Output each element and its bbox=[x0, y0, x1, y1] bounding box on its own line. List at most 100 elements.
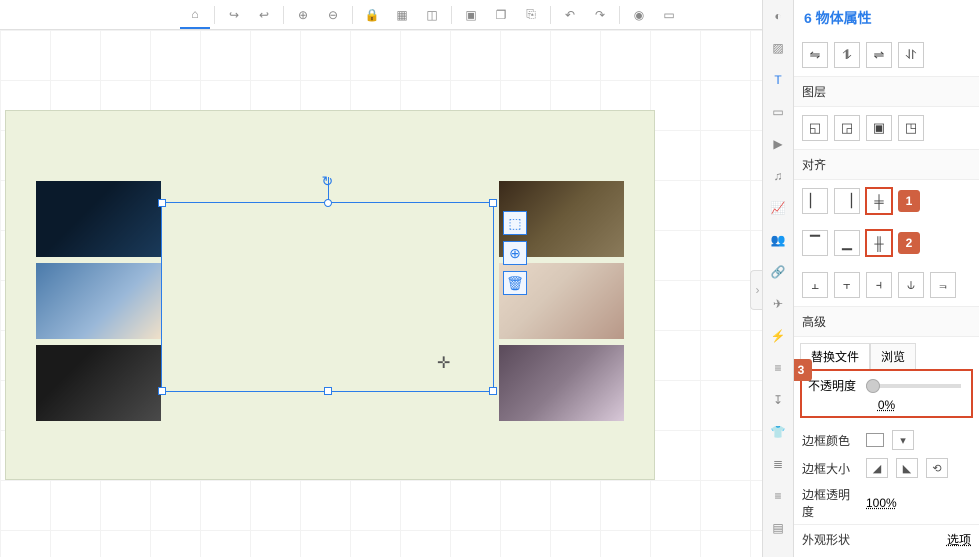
vertical-toolbar: ◐ ▨ T ▭ ▶ ♫ 📈 👥 🔗 ✈ ⚡ ≡ ↧ 👕 ≣ ≡ ▤ bbox=[762, 0, 794, 557]
vt-form-button[interactable]: ≡ bbox=[763, 352, 793, 384]
border-color-label: 边框颜色 bbox=[802, 432, 858, 449]
opacity-value[interactable]: 0% bbox=[808, 394, 965, 412]
marker-1: 1 bbox=[898, 190, 920, 212]
handle-bottom-right[interactable] bbox=[489, 387, 497, 395]
selection-select-button[interactable]: ⬚ bbox=[503, 211, 527, 235]
vt-stacks-button[interactable]: ≡ bbox=[763, 480, 793, 512]
rotate-handle[interactable]: ↻ bbox=[322, 173, 334, 190]
layer-forward-button[interactable]: ▣ bbox=[866, 115, 892, 141]
distribute-2-button[interactable]: ⫟ bbox=[834, 272, 860, 298]
flip-h2-button[interactable]: ⇌ bbox=[866, 42, 892, 68]
border-opacity-label: 边框透明度 bbox=[802, 486, 858, 520]
selection-box[interactable]: ↻ ✛ ⬚ ⊕ 🗑 bbox=[161, 202, 494, 392]
handle-top-right[interactable] bbox=[489, 199, 497, 207]
grid-button[interactable]: ▦ bbox=[387, 1, 417, 29]
align-right-button[interactable]: ▕ bbox=[834, 188, 860, 214]
layer-front-button[interactable]: ◱ bbox=[802, 115, 828, 141]
vt-color-button[interactable]: ◐ bbox=[763, 0, 793, 32]
lock-button[interactable]: 🔒 bbox=[357, 1, 387, 29]
copy-button[interactable]: ❐ bbox=[486, 1, 516, 29]
vt-rect-button[interactable]: ▭ bbox=[763, 96, 793, 128]
image-right-3[interactable] bbox=[499, 345, 624, 421]
tab-browse[interactable]: 浏览 bbox=[870, 343, 916, 369]
handle-bottom-left[interactable] bbox=[158, 387, 166, 395]
layer-back-button[interactable]: ◲ bbox=[834, 115, 860, 141]
border-color-swatch[interactable] bbox=[866, 433, 884, 447]
layout-button[interactable]: ◫ bbox=[417, 1, 447, 29]
align-bottom-button[interactable]: ▁ bbox=[834, 230, 860, 256]
stack-button[interactable]: ▣ bbox=[456, 1, 486, 29]
distribute-3-button[interactable]: ⫞ bbox=[866, 272, 892, 298]
align-row-2: ▔ ▁ ╫ 2 bbox=[794, 222, 979, 264]
camera-button[interactable]: ◉ bbox=[624, 1, 654, 29]
paste-button[interactable]: ⎘ bbox=[516, 1, 546, 29]
divider bbox=[619, 6, 620, 24]
vt-plane-button[interactable]: ✈ bbox=[763, 288, 793, 320]
handle-top-mid[interactable] bbox=[324, 199, 332, 207]
image-left-1[interactable] bbox=[36, 181, 161, 257]
border-color-dropdown[interactable]: ▾ bbox=[892, 430, 914, 450]
vt-export-button[interactable]: ↧ bbox=[763, 384, 793, 416]
image-left-2[interactable] bbox=[36, 263, 161, 339]
canvas-page[interactable]: ↻ ✛ ⬚ ⊕ 🗑 bbox=[5, 110, 655, 480]
handle-top-left[interactable] bbox=[158, 199, 166, 207]
zoom-out-button[interactable]: ⊖ bbox=[318, 1, 348, 29]
distribute-1-button[interactable]: ⫠ bbox=[802, 272, 828, 298]
divider bbox=[550, 6, 551, 24]
redo-button[interactable]: ↷ bbox=[585, 1, 615, 29]
divider bbox=[283, 6, 284, 24]
distribute-row: ⫠ ⫟ ⫞ ⫝ ⫬ bbox=[794, 264, 979, 306]
marker-2: 2 bbox=[898, 232, 920, 254]
layer-section-title: 图层 bbox=[794, 76, 979, 107]
advanced-section-title: 高级 bbox=[794, 306, 979, 337]
divider bbox=[214, 6, 215, 24]
undo-arrow-button[interactable]: ↩ bbox=[249, 1, 279, 29]
options-link[interactable]: 选项 bbox=[947, 531, 971, 548]
border-size-dec[interactable]: ◢ bbox=[866, 458, 888, 478]
distribute-5-button[interactable]: ⫬ bbox=[930, 272, 956, 298]
zoom-in-button[interactable]: ⊕ bbox=[288, 1, 318, 29]
opacity-label: 不透明度 bbox=[808, 377, 856, 394]
opacity-slider[interactable] bbox=[866, 384, 961, 388]
screen-button[interactable]: ▭ bbox=[654, 1, 684, 29]
canvas-area[interactable]: ↻ ✛ ⬚ ⊕ 🗑 bbox=[0, 30, 762, 557]
flip-h-button[interactable]: ⇋ bbox=[802, 42, 828, 68]
flip-v-button[interactable]: ⥮ bbox=[834, 42, 860, 68]
border-size-reset[interactable]: ⟲ bbox=[926, 458, 948, 478]
vt-image-button[interactable]: ▨ bbox=[763, 32, 793, 64]
redo-arrow-button[interactable]: ↪ bbox=[219, 1, 249, 29]
distribute-4-button[interactable]: ⫝ bbox=[898, 272, 924, 298]
vt-flash-button[interactable]: ⚡ bbox=[763, 320, 793, 352]
align-top-button[interactable]: ▔ bbox=[802, 230, 828, 256]
align-center-button[interactable]: ╪ bbox=[866, 188, 892, 214]
border-opacity-value[interactable]: 100% bbox=[866, 496, 897, 510]
border-size-label: 边框大小 bbox=[802, 460, 858, 477]
vt-archive-button[interactable]: ▤ bbox=[763, 512, 793, 544]
advanced-tabs: 替换文件 浏览 bbox=[794, 337, 979, 369]
selection-add-button[interactable]: ⊕ bbox=[503, 241, 527, 265]
flip-row: ⇋ ⥮ ⇌ ⥯ bbox=[794, 34, 979, 76]
layer-backward-button[interactable]: ◳ bbox=[898, 115, 924, 141]
divider bbox=[451, 6, 452, 24]
appearance-row: 外观形状 选项 bbox=[794, 524, 979, 552]
vt-layers-button[interactable]: ≣ bbox=[763, 448, 793, 480]
handle-bottom-mid[interactable] bbox=[324, 387, 332, 395]
vt-chart-button[interactable]: 📈 bbox=[763, 192, 793, 224]
opacity-box: 3 不透明度 0% bbox=[800, 369, 973, 418]
home-button[interactable]: ⌂ bbox=[180, 1, 210, 29]
undo-button[interactable]: ↶ bbox=[555, 1, 585, 29]
opacity-slider-thumb[interactable] bbox=[866, 379, 880, 393]
image-left-3[interactable] bbox=[36, 345, 161, 421]
vt-people-button[interactable]: 👥 bbox=[763, 224, 793, 256]
vt-music-button[interactable]: ♫ bbox=[763, 160, 793, 192]
selection-delete-button[interactable]: 🗑 bbox=[503, 271, 527, 295]
vt-text-button[interactable]: T bbox=[763, 64, 793, 96]
vt-shirt-button[interactable]: 👕 bbox=[763, 416, 793, 448]
vt-link-button[interactable]: 🔗 bbox=[763, 256, 793, 288]
flip-v2-button[interactable]: ⥯ bbox=[898, 42, 924, 68]
align-middle-button[interactable]: ╫ bbox=[866, 230, 892, 256]
vt-play-button[interactable]: ▶ bbox=[763, 128, 793, 160]
border-size-inc[interactable]: ◣ bbox=[896, 458, 918, 478]
border-opacity-row: 边框透明度 100% bbox=[794, 482, 979, 524]
align-left-button[interactable]: ▏ bbox=[802, 188, 828, 214]
